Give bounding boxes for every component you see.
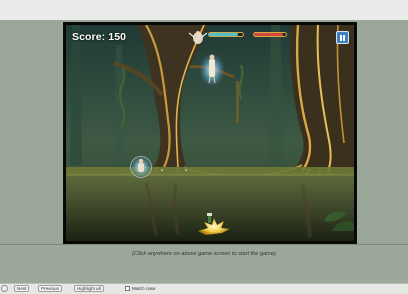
grass-strip — [66, 167, 354, 175]
background-tree — [70, 25, 82, 165]
player-health-bar — [208, 32, 244, 37]
close-icon[interactable] — [1, 285, 8, 292]
browser-page-top — [0, 0, 408, 20]
match-case-label: Match case — [132, 286, 156, 291]
match-case-checkbox[interactable] — [125, 286, 130, 291]
pause-icon — [340, 35, 342, 41]
game-screen[interactable]: Score: 150 — [66, 25, 354, 241]
wooden-stick — [236, 81, 239, 123]
score-display: Score: 150 — [72, 31, 127, 43]
game-scene — [66, 25, 354, 241]
health-bar-fill — [254, 33, 283, 36]
find-bar: Next Previous Highlight all Match case — [0, 283, 408, 294]
find-next-button[interactable]: Next — [14, 285, 30, 292]
game-frame[interactable]: Score: 150 — [63, 22, 357, 244]
pause-button[interactable] — [336, 31, 349, 44]
sparkle — [161, 169, 163, 171]
player-character — [130, 156, 152, 178]
glowing-fairy — [199, 53, 225, 87]
find-previous-button[interactable]: Previous — [38, 285, 62, 292]
health-bar-fill — [209, 33, 238, 36]
highlight-all-button[interactable]: Highlight all — [74, 285, 104, 292]
start-hint: (Click anywhere on above game screen to … — [132, 251, 276, 257]
pause-icon — [343, 35, 345, 41]
enemy-health-bar — [253, 32, 287, 37]
sparkle — [185, 169, 187, 171]
